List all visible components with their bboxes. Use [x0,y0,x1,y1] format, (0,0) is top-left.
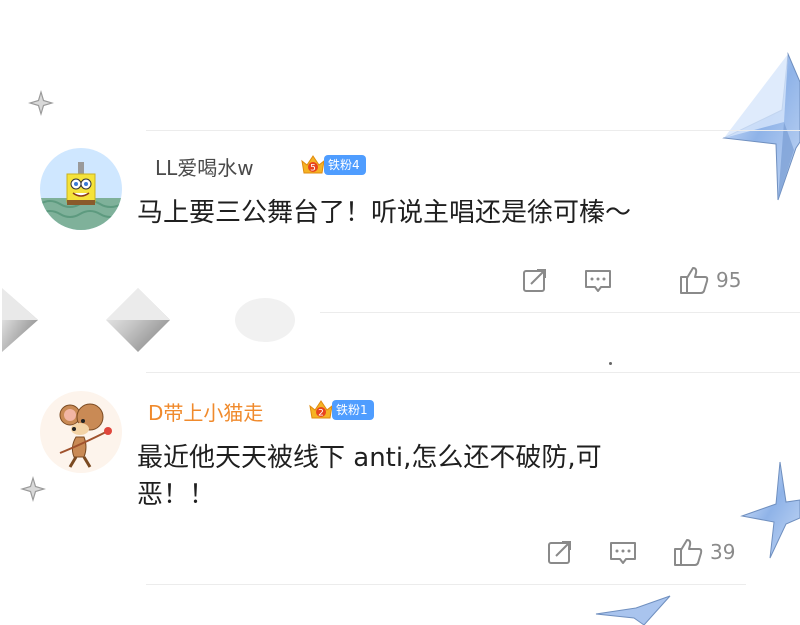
username[interactable]: LL爱喝水w [155,152,254,181]
like-button[interactable]: 39 [672,536,735,568]
divider [320,312,800,313]
repost-button[interactable] [545,538,575,568]
fan-badge[interactable]: 2 铁粉1 [308,398,374,422]
username[interactable]: D带上小猫走 [148,397,263,426]
divider [146,372,800,373]
faint-diamond-icon [235,298,295,342]
badge-level: 5 [310,164,316,174]
silver-diamond-icon [2,288,38,352]
like-count: 95 [716,268,742,292]
badge-level: 2 [318,409,324,419]
repost-button[interactable] [520,266,550,296]
sparkle-star-icon [20,476,46,502]
avatar[interactable] [40,148,122,230]
thumbs-up-icon [680,267,709,294]
avatar[interactable] [40,391,122,473]
comment-icon [610,542,636,564]
dot [609,362,612,365]
divider [146,130,800,131]
comment-button[interactable] [583,266,613,296]
repost-icon [523,269,546,292]
jerry-mouse-avatar-icon [40,391,122,473]
fan-badge[interactable]: 5 铁粉4 [300,153,366,177]
crown-level-icon: 5 [301,155,325,174]
crown-level-icon: 2 [309,400,333,419]
like-button[interactable]: 95 [678,264,741,296]
like-count: 39 [710,540,736,564]
comment-icon [585,270,611,292]
crystal-star-icon [595,595,671,625]
silver-diamond-icon [106,288,170,352]
repost-icon [548,541,571,564]
spongebob-avatar-icon [40,148,122,230]
comment-text: 最近他天天被线下 anti,怎么还不破防,可恶！！ [137,443,602,510]
badge-label: 铁粉4 [324,155,366,175]
comment-screenshot: LL爱喝水w 5 铁粉4 马上要三公舞台了！听说主唱还是徐可榛～ 95 D带上小… [0,0,800,625]
sparkle-star-icon [28,90,54,116]
comment-button[interactable] [608,538,638,568]
thumbs-up-icon [674,539,703,566]
crystal-star-icon [722,52,800,201]
crystal-star-icon [740,461,800,559]
badge-label: 铁粉1 [332,400,374,420]
divider [146,584,746,585]
comment-text: 马上要三公舞台了！听说主唱还是徐可榛～ [137,198,632,228]
